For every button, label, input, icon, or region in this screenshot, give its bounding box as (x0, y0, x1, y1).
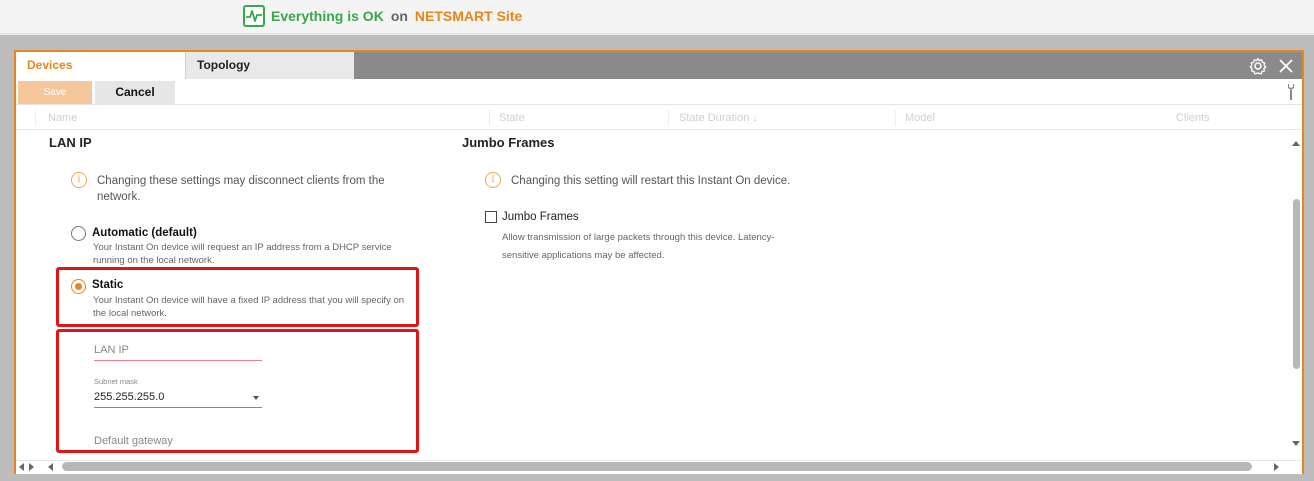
scroll-down-icon[interactable] (1292, 441, 1300, 446)
settings-content: LAN IP i Changing these settings may dis… (16, 131, 1290, 460)
close-icon[interactable] (1276, 56, 1296, 76)
column-clients[interactable]: Clients (1176, 112, 1210, 124)
lan-ip-input[interactable]: LAN IP (94, 344, 129, 356)
default-gateway-input[interactable]: Default gateway (94, 435, 173, 447)
radio-automatic[interactable] (71, 226, 86, 241)
column-name[interactable]: Name (48, 112, 77, 124)
status-summary[interactable]: Everything is OK on NETSMART Site (243, 5, 522, 27)
jumbo-description-line2: sensitive applications may be affected. (502, 250, 665, 261)
column-separator (489, 110, 490, 126)
pulse-monitor-icon (243, 5, 265, 27)
column-model[interactable]: Model (905, 112, 935, 124)
subnet-mask-select[interactable]: 255.255.255.0 (94, 391, 164, 403)
jumbo-frames-checkbox[interactable] (485, 211, 497, 223)
tab-topology[interactable]: Topology (186, 52, 354, 79)
option-automatic-description: Your Instant On device will request an I… (93, 242, 392, 266)
column-state-duration[interactable]: State Duration ↓ (679, 112, 758, 124)
subnet-mask-underline (94, 407, 262, 408)
chevron-down-icon[interactable] (253, 396, 259, 400)
save-button[interactable]: Save (18, 81, 92, 104)
status-bar: Everything is OK on NETSMART Site (0, 0, 1314, 34)
column-separator (895, 110, 896, 126)
lan-ip-title: LAN IP (49, 135, 92, 150)
info-icon: i (485, 172, 501, 188)
lan-ip-underline (94, 360, 262, 361)
status-message: Everything is OK (271, 8, 384, 24)
scroll-right-icon[interactable] (29, 463, 34, 471)
jumbo-frames-checkbox-label[interactable]: Jumbo Frames (502, 211, 579, 223)
horizontal-scroll-thumb[interactable] (62, 462, 1252, 471)
radio-static[interactable] (71, 279, 86, 294)
jumbo-frames-title: Jumbo Frames (462, 135, 555, 150)
column-state[interactable]: State (499, 112, 525, 124)
toolbar: Save Cancel (16, 79, 1302, 105)
option-static-label[interactable]: Static (92, 279, 123, 291)
lan-ip-warning: Changing these settings may disconnect c… (97, 175, 385, 203)
jumbo-description-line1: Allow transmission of large packets thro… (502, 232, 775, 243)
jumbo-warning: Changing this setting will restart this … (511, 175, 791, 187)
status-connector: on (390, 8, 408, 24)
subnet-mask-label: Subnet mask (94, 377, 138, 386)
device-panel: Devices Topology Save Cancel Name State … (14, 50, 1304, 474)
scroll-left-icon[interactable] (19, 463, 24, 471)
tab-devices[interactable]: Devices (16, 52, 186, 79)
cancel-button[interactable]: Cancel (95, 81, 175, 104)
table-header: Name State State Duration ↓ Model Client… (16, 106, 1302, 130)
column-separator (35, 110, 36, 126)
option-automatic-label[interactable]: Automatic (default) (92, 227, 197, 239)
scroll-up-icon[interactable] (1292, 141, 1300, 146)
option-static-description: Your Instant On device will have a fixed… (93, 295, 405, 319)
scroll-right-icon[interactable] (1274, 463, 1279, 471)
scroll-left-icon[interactable] (48, 463, 53, 471)
tab-bar: Devices Topology (16, 52, 1302, 79)
site-name[interactable]: NETSMART Site (415, 8, 522, 24)
gear-icon[interactable] (1248, 56, 1268, 76)
info-icon: i (71, 172, 87, 188)
vertical-scroll-thumb[interactable] (1293, 199, 1300, 369)
wrench-icon[interactable] (1286, 83, 1296, 101)
column-separator (668, 110, 669, 126)
